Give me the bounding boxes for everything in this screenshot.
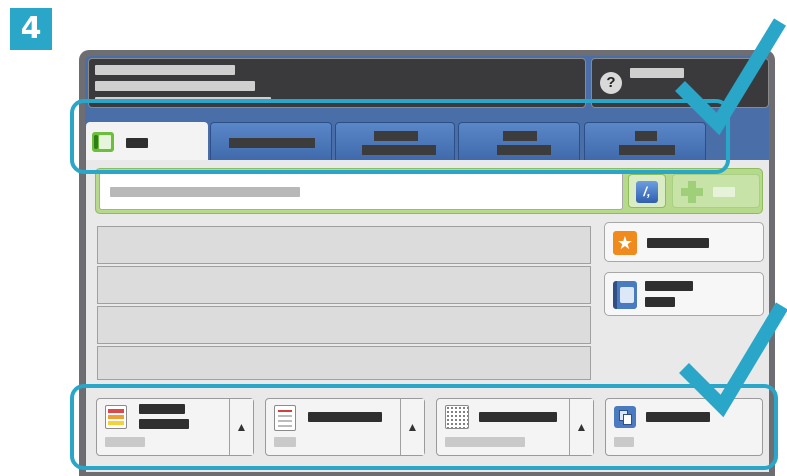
fax-number-placeholder: [110, 187, 300, 197]
star-icon: ★: [613, 231, 637, 255]
plus-icon: [681, 181, 703, 203]
recipient-row-1[interactable]: [97, 226, 591, 264]
step-number-badge: 4: [10, 8, 52, 50]
address-book-icon: [613, 281, 637, 309]
checkmark-icon: [675, 18, 786, 136]
address-book-label-1: [645, 281, 693, 291]
help-icon: ?: [600, 72, 622, 94]
dial-characters-icon: /,: [636, 181, 658, 203]
recipient-row-3[interactable]: [97, 306, 591, 344]
header-line-2: [95, 81, 255, 91]
checkmark-icon-bottom: [679, 302, 787, 418]
favorites-label: [647, 238, 709, 248]
recipient-row-2[interactable]: [97, 266, 591, 304]
tabs-highlight: [70, 99, 730, 174]
add-label: [713, 187, 735, 197]
fax-number-input[interactable]: [99, 172, 623, 210]
favorites-button[interactable]: ★: [604, 222, 764, 262]
dial-characters-button[interactable]: /,: [628, 174, 666, 208]
recipient-row-4[interactable]: [97, 346, 591, 380]
header-line-1: [95, 65, 235, 75]
add-recipient-button[interactable]: [672, 174, 760, 208]
